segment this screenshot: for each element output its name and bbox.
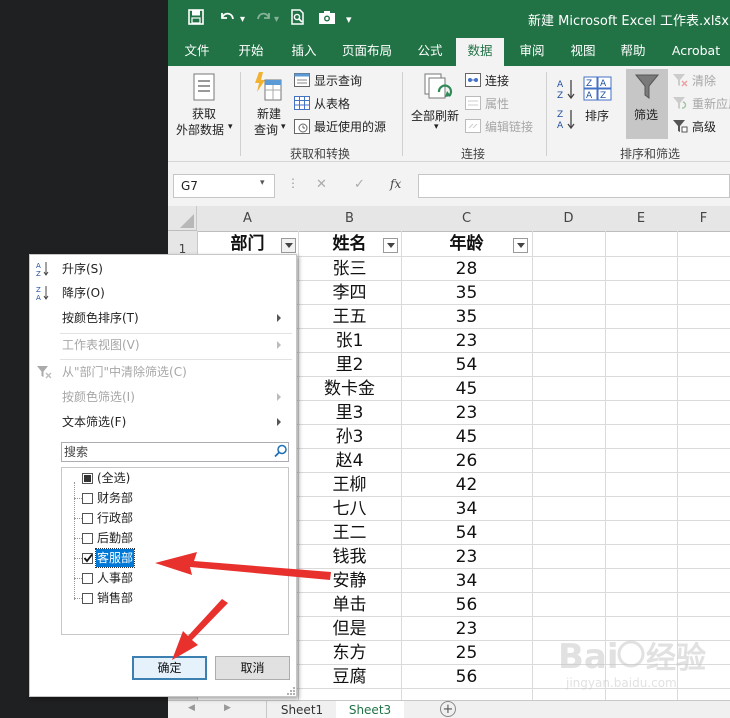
arrow-to-ok-button — [172, 599, 228, 660]
arrow-to-selected-item — [155, 552, 331, 580]
annotation-arrows — [155, 552, 331, 660]
